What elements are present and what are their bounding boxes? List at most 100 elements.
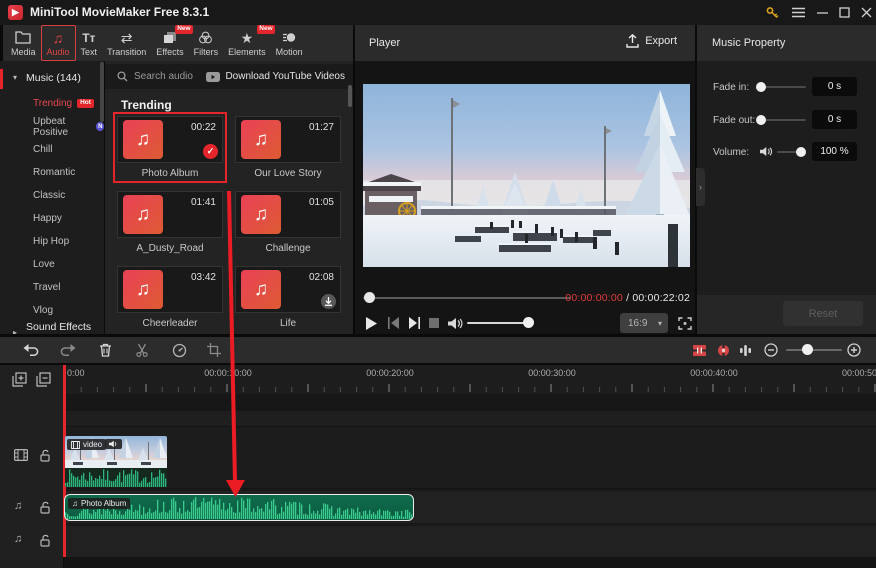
- sidebar-item-vlog[interactable]: Vlog: [0, 299, 104, 322]
- undo-button[interactable]: [20, 340, 42, 360]
- library-scrollbar[interactable]: [348, 85, 352, 107]
- audio-card-challenge[interactable]: ♫ 01:05 Challenge: [231, 187, 345, 258]
- menu-icon[interactable]: [788, 3, 808, 21]
- close-button[interactable]: [856, 3, 876, 21]
- timeline-ruler[interactable]: 0:00 00:00:10:00 00:00:20:00 00:00:30:00…: [64, 365, 876, 394]
- volume-thumb[interactable]: [796, 147, 806, 157]
- music-tile-icon: ♫: [123, 270, 163, 309]
- zoom-out-button[interactable]: [760, 340, 782, 360]
- video-clip-audio-badge: [105, 439, 122, 449]
- audio-card-a-dusty-road[interactable]: ♫ 01:41 A_Dusty_Road: [113, 187, 227, 258]
- sidebar-item-chill[interactable]: Chill: [0, 138, 104, 161]
- seek-bar[interactable]: [363, 297, 571, 299]
- video-track[interactable]: [64, 426, 876, 489]
- audio-track-2[interactable]: [64, 526, 876, 557]
- tab-elements[interactable]: New ★ Elements: [223, 25, 275, 60]
- track-manager-icon[interactable]: [688, 340, 710, 360]
- sidebar-item-travel[interactable]: Travel: [0, 276, 104, 299]
- tab-transition[interactable]: ⇄ Transition: [102, 26, 151, 60]
- audio-track-1-lock-icon[interactable]: [40, 501, 51, 514]
- youtube-icon: [206, 71, 221, 82]
- crop-button[interactable]: [203, 340, 225, 360]
- redo-button[interactable]: [57, 340, 79, 360]
- audio-clip-badge: ♫ Photo Album: [68, 498, 131, 509]
- tab-media[interactable]: Media: [6, 26, 41, 60]
- audio-clip-photo-album[interactable]: ♫ Photo Album: [64, 494, 414, 521]
- fade-in-thumb[interactable]: [756, 82, 766, 92]
- sidebar-item-trending[interactable]: Trending Hot: [0, 92, 104, 115]
- aspect-ratio-select[interactable]: 16:9 ▾: [620, 313, 668, 333]
- transition-icon: ⇄: [120, 29, 133, 46]
- tab-text[interactable]: Tᴛ Text: [76, 26, 103, 60]
- card-name: Photo Album: [141, 168, 199, 179]
- download-youtube-button[interactable]: Download YouTube Videos: [225, 71, 345, 82]
- sidebar-group-music[interactable]: ▾ Music (144): [0, 66, 104, 89]
- player-volume-thumb[interactable]: [523, 317, 534, 328]
- license-key-icon[interactable]: [762, 3, 782, 21]
- track-header-column: ♫ ♫: [0, 365, 64, 568]
- export-button[interactable]: Export: [626, 34, 677, 48]
- sidebar-scrollbar[interactable]: [100, 62, 104, 122]
- panel-collapse-handle[interactable]: ›: [696, 168, 705, 206]
- card-name: Challenge: [265, 243, 311, 254]
- audio-card-photo-album[interactable]: ♫ 00:22 ✓ Photo Album: [113, 112, 227, 183]
- tab-audio[interactable]: ♫ Audio: [40, 25, 76, 61]
- video-preview[interactable]: [363, 84, 690, 267]
- next-frame-button[interactable]: [408, 313, 421, 333]
- sidebar-item-hip-hop[interactable]: Hip Hop: [0, 230, 104, 253]
- tab-filters[interactable]: Filters: [189, 26, 224, 60]
- category-sidebar: ▾ Music (144) Trending Hot Upbeat Positi…: [0, 61, 104, 334]
- fullscreen-icon[interactable]: [678, 313, 692, 333]
- speed-button[interactable]: [168, 340, 190, 360]
- delete-button[interactable]: [94, 340, 116, 360]
- sidebar-item-happy[interactable]: Happy: [0, 207, 104, 230]
- play-button[interactable]: [365, 313, 377, 333]
- collapse-track-button[interactable]: [36, 372, 51, 387]
- timeline-zoom-thumb[interactable]: [802, 344, 813, 355]
- sidebar-item-upbeat-positive[interactable]: Upbeat Positive N: [0, 115, 104, 138]
- tab-motion[interactable]: Motion: [271, 26, 308, 60]
- duration-label: 02:08: [308, 272, 334, 283]
- previous-frame-button[interactable]: [387, 313, 400, 333]
- sidebar-item-classic[interactable]: Classic: [0, 184, 104, 207]
- duration-label: 01:41: [190, 197, 216, 208]
- split-scissors-button[interactable]: [131, 340, 153, 360]
- new-dot-badge: N: [96, 122, 104, 131]
- video-clip[interactable]: video: [65, 436, 167, 487]
- audio-card-our-love-story[interactable]: ♫ 01:27 Our Love Story: [231, 112, 345, 183]
- video-clip-badge: video: [67, 439, 107, 450]
- audio-track-2-lock-icon[interactable]: [40, 534, 51, 547]
- chevron-down-icon: ▾: [657, 318, 662, 328]
- speaker-icon[interactable]: [448, 313, 463, 333]
- music-tile-icon: ♫: [241, 120, 281, 159]
- minimize-button[interactable]: [812, 3, 832, 21]
- music-property-title: Music Property: [712, 37, 786, 49]
- player-panel: 00:00:00:00 / 00:00:22:02 16:9 ▾: [355, 61, 695, 334]
- volume-speaker-icon: [760, 146, 773, 157]
- audio-card-life[interactable]: ♫ 02:08 Life: [231, 262, 345, 333]
- reset-button[interactable]: Reset: [783, 301, 863, 326]
- add-track-button[interactable]: [12, 372, 27, 387]
- sidebar-group-sound-effects[interactable]: ▸ Sound Effects (106): [0, 321, 104, 335]
- video-track-icon: [14, 449, 28, 461]
- search-input[interactable]: Search audio: [134, 71, 193, 82]
- maximize-button[interactable]: [834, 3, 854, 21]
- duration-label: 03:42: [190, 272, 216, 283]
- star-icon: ★: [240, 29, 254, 46]
- audio-card-cheerleader[interactable]: ♫ 03:42 Cheerleader: [113, 262, 227, 333]
- download-icon[interactable]: [321, 294, 336, 309]
- tab-effects[interactable]: New Effects: [151, 25, 193, 60]
- fade-out-label: Fade out:: [713, 115, 756, 126]
- zoom-in-button[interactable]: [843, 340, 865, 360]
- audio-waveform-toggle-icon[interactable]: [734, 340, 756, 360]
- sidebar-item-love[interactable]: Love: [0, 253, 104, 276]
- stop-button[interactable]: [429, 313, 439, 333]
- snap-magnet-icon[interactable]: [712, 340, 734, 360]
- duration-label: 01:27: [308, 122, 334, 133]
- seek-thumb[interactable]: [364, 292, 375, 303]
- sidebar-item-romantic[interactable]: Romantic: [0, 161, 104, 184]
- fade-out-thumb[interactable]: [756, 115, 766, 125]
- total-time: 00:00:22:02: [632, 292, 690, 304]
- video-track-lock-icon[interactable]: [40, 449, 51, 462]
- timeline-zoom-slider[interactable]: [786, 349, 842, 351]
